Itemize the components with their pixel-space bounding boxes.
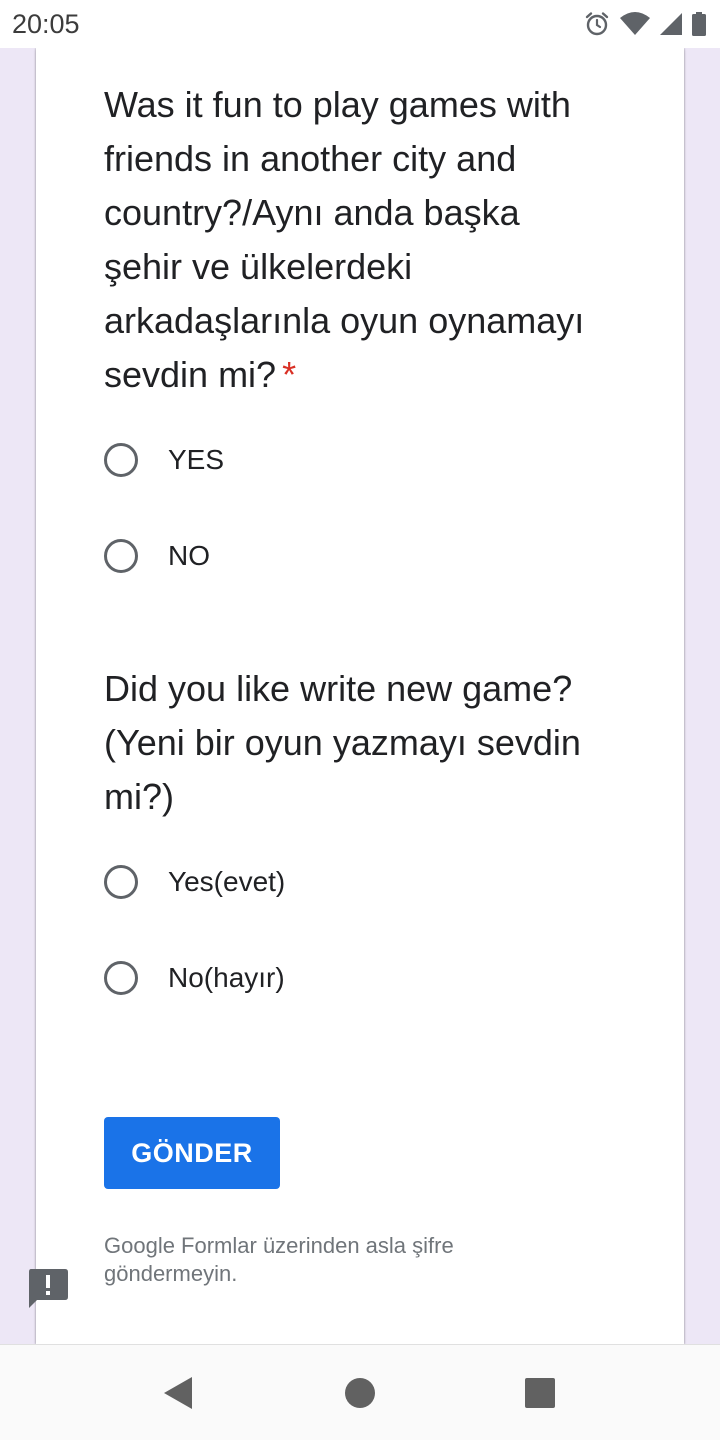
wifi-icon <box>620 12 650 36</box>
battery-icon <box>692 12 706 36</box>
radio-no-hayir[interactable] <box>104 961 138 995</box>
question-2-title: Did you like write new game?(Yeni bir oy… <box>104 668 581 817</box>
form-page: Was it fun to play games with friends in… <box>0 48 720 1344</box>
option-yes-label: YES <box>168 444 225 475</box>
question-1-title: Was it fun to play games with friends in… <box>104 78 604 402</box>
radio-yes[interactable] <box>104 443 138 477</box>
submit-button[interactable]: GÖNDER <box>104 1117 280 1189</box>
radio-no[interactable] <box>104 539 138 573</box>
option-yes-evet[interactable]: Yes(evet) <box>104 860 285 904</box>
alarm-icon <box>584 11 610 37</box>
option-no[interactable]: NO <box>104 534 210 578</box>
back-icon[interactable] <box>158 1373 198 1413</box>
required-star: * <box>282 354 297 395</box>
status-time: 20:05 <box>12 8 80 39</box>
report-problem-icon[interactable] <box>27 1267 69 1309</box>
password-warning-note: Google Formlar üzerinden asla şifre gönd… <box>104 1233 454 1286</box>
home-icon[interactable] <box>340 1373 380 1413</box>
option-no-hayir-label: No(hayır) <box>168 962 285 993</box>
status-bar: 20:05 <box>0 0 720 48</box>
option-no-hayir[interactable]: No(hayır) <box>104 956 285 1000</box>
option-yes[interactable]: YES <box>104 438 224 482</box>
system-nav-bar <box>0 1344 720 1440</box>
recents-icon[interactable] <box>520 1373 560 1413</box>
cell-signal-icon <box>660 13 682 35</box>
radio-yes-evet[interactable] <box>104 865 138 899</box>
option-no-label: NO <box>168 540 210 571</box>
option-yes-evet-label: Yes(evet) <box>168 866 286 897</box>
question-1-text: Was it fun to play games with friends in… <box>104 84 585 395</box>
status-icons <box>584 11 706 37</box>
form-card: Was it fun to play games with friends in… <box>36 48 684 1344</box>
